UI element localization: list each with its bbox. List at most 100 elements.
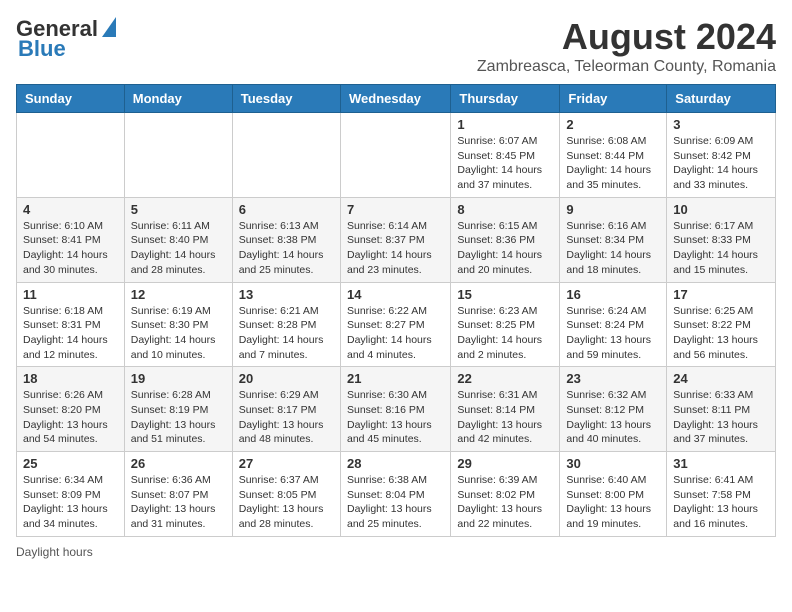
day-number: 9 <box>566 202 660 217</box>
day-number: 10 <box>673 202 769 217</box>
day-number: 11 <box>23 287 118 302</box>
day-info: Sunrise: 6:37 AM Sunset: 8:05 PM Dayligh… <box>239 473 334 532</box>
calendar-cell: 7 Sunrise: 6:14 AM Sunset: 8:37 PM Daylig… <box>340 197 450 282</box>
calendar-cell: 19Sunrise: 6:28 AM Sunset: 8:19 PM Dayli… <box>124 367 232 452</box>
calendar-cell: 9 Sunrise: 6:16 AM Sunset: 8:34 PM Daylig… <box>560 197 667 282</box>
calendar-cell: 5 Sunrise: 6:11 AM Sunset: 8:40 PM Daylig… <box>124 197 232 282</box>
day-info: Sunrise: 6:18 AM Sunset: 8:31 PM Dayligh… <box>23 304 118 363</box>
day-number: 2 <box>566 117 660 132</box>
calendar-week-4: 18Sunrise: 6:26 AM Sunset: 8:20 PM Dayli… <box>17 367 776 452</box>
calendar-week-5: 25Sunrise: 6:34 AM Sunset: 8:09 PM Dayli… <box>17 452 776 537</box>
day-info: Sunrise: 6:11 AM Sunset: 8:40 PM Dayligh… <box>131 219 226 278</box>
day-info: Sunrise: 6:39 AM Sunset: 8:02 PM Dayligh… <box>457 473 553 532</box>
day-number: 26 <box>131 456 226 471</box>
calendar-cell: 20Sunrise: 6:29 AM Sunset: 8:17 PM Dayli… <box>232 367 340 452</box>
day-number: 4 <box>23 202 118 217</box>
day-info: Sunrise: 6:14 AM Sunset: 8:37 PM Dayligh… <box>347 219 444 278</box>
calendar-cell: 23 Sunrise: 6:32 AM Sunset: 8:12 PM Dayli… <box>560 367 667 452</box>
day-info: Sunrise: 6:25 AM Sunset: 8:22 PM Dayligh… <box>673 304 769 363</box>
day-info: Sunrise: 6:31 AM Sunset: 8:14 PM Dayligh… <box>457 388 553 447</box>
calendar-cell: 13 Sunrise: 6:21 AM Sunset: 8:28 PM Dayli… <box>232 282 340 367</box>
day-info: Sunrise: 6:07 AM Sunset: 8:45 PM Dayligh… <box>457 134 553 193</box>
day-number: 13 <box>239 287 334 302</box>
calendar-cell: 2 Sunrise: 6:08 AM Sunset: 8:44 PM Daylig… <box>560 113 667 198</box>
calendar-cell: 27 Sunrise: 6:37 AM Sunset: 8:05 PM Dayli… <box>232 452 340 537</box>
subtitle: Zambreasca, Teleorman County, Romania <box>477 58 776 76</box>
calendar-cell: 16Sunrise: 6:24 AM Sunset: 8:24 PM Dayli… <box>560 282 667 367</box>
logo: General Blue <box>16 16 116 62</box>
calendar-cell <box>232 113 340 198</box>
day-number: 18 <box>23 371 118 386</box>
calendar-week-1: 1 Sunrise: 6:07 AM Sunset: 8:45 PM Daylig… <box>17 113 776 198</box>
day-number: 6 <box>239 202 334 217</box>
header: General Blue August 2024 Zambreasca, Tel… <box>16 16 776 76</box>
day-number: 1 <box>457 117 553 132</box>
calendar-cell: 24 Sunrise: 6:33 AM Sunset: 8:11 PM Dayli… <box>667 367 776 452</box>
day-info: Sunrise: 6:38 AM Sunset: 8:04 PM Dayligh… <box>347 473 444 532</box>
day-info: Sunrise: 6:30 AM Sunset: 8:16 PM Dayligh… <box>347 388 444 447</box>
day-info: Sunrise: 6:22 AM Sunset: 8:27 PM Dayligh… <box>347 304 444 363</box>
title-area: August 2024 Zambreasca, Teleorman County… <box>477 16 776 76</box>
calendar-cell <box>124 113 232 198</box>
day-info: Sunrise: 6:33 AM Sunset: 8:11 PM Dayligh… <box>673 388 769 447</box>
calendar: SundayMondayTuesdayWednesdayThursdayFrid… <box>16 84 776 537</box>
day-number: 27 <box>239 456 334 471</box>
day-number: 15 <box>457 287 553 302</box>
calendar-cell: 4Sunrise: 6:10 AM Sunset: 8:41 PM Daylig… <box>17 197 125 282</box>
calendar-cell: 25Sunrise: 6:34 AM Sunset: 8:09 PM Dayli… <box>17 452 125 537</box>
day-info: Sunrise: 6:16 AM Sunset: 8:34 PM Dayligh… <box>566 219 660 278</box>
day-number: 14 <box>347 287 444 302</box>
day-info: Sunrise: 6:36 AM Sunset: 8:07 PM Dayligh… <box>131 473 226 532</box>
day-info: Sunrise: 6:08 AM Sunset: 8:44 PM Dayligh… <box>566 134 660 193</box>
day-info: Sunrise: 6:23 AM Sunset: 8:25 PM Dayligh… <box>457 304 553 363</box>
calendar-cell: 31 Sunrise: 6:41 AM Sunset: 7:58 PM Dayli… <box>667 452 776 537</box>
calendar-cell: 28 Sunrise: 6:38 AM Sunset: 8:04 PM Dayli… <box>340 452 450 537</box>
calendar-cell: 17 Sunrise: 6:25 AM Sunset: 8:22 PM Dayli… <box>667 282 776 367</box>
logo-blue-text: Blue <box>18 36 66 62</box>
day-info: Sunrise: 6:41 AM Sunset: 7:58 PM Dayligh… <box>673 473 769 532</box>
calendar-cell: 11 Sunrise: 6:18 AM Sunset: 8:31 PM Dayli… <box>17 282 125 367</box>
day-header-monday: Monday <box>124 85 232 113</box>
day-number: 17 <box>673 287 769 302</box>
day-info: Sunrise: 6:09 AM Sunset: 8:42 PM Dayligh… <box>673 134 769 193</box>
day-number: 19 <box>131 371 226 386</box>
calendar-cell <box>17 113 125 198</box>
calendar-cell: 15 Sunrise: 6:23 AM Sunset: 8:25 PM Dayli… <box>451 282 560 367</box>
day-number: 28 <box>347 456 444 471</box>
calendar-cell: 14 Sunrise: 6:22 AM Sunset: 8:27 PM Dayli… <box>340 282 450 367</box>
day-number: 30 <box>566 456 660 471</box>
calendar-cell: 3Sunrise: 6:09 AM Sunset: 8:42 PM Daylig… <box>667 113 776 198</box>
day-info: Sunrise: 6:13 AM Sunset: 8:38 PM Dayligh… <box>239 219 334 278</box>
day-number: 20 <box>239 371 334 386</box>
day-number: 5 <box>131 202 226 217</box>
day-number: 7 <box>347 202 444 217</box>
day-number: 29 <box>457 456 553 471</box>
calendar-cell: 8Sunrise: 6:15 AM Sunset: 8:36 PM Daylig… <box>451 197 560 282</box>
footer-note: Daylight hours <box>16 545 776 559</box>
day-number: 21 <box>347 371 444 386</box>
calendar-cell: 30 Sunrise: 6:40 AM Sunset: 8:00 PM Dayli… <box>560 452 667 537</box>
day-header-friday: Friday <box>560 85 667 113</box>
logo-triangle-icon <box>102 17 116 37</box>
calendar-cell: 6 Sunrise: 6:13 AM Sunset: 8:38 PM Daylig… <box>232 197 340 282</box>
calendar-week-3: 11 Sunrise: 6:18 AM Sunset: 8:31 PM Dayli… <box>17 282 776 367</box>
day-header-tuesday: Tuesday <box>232 85 340 113</box>
calendar-cell: 10 Sunrise: 6:17 AM Sunset: 8:33 PM Dayli… <box>667 197 776 282</box>
calendar-cell: 18Sunrise: 6:26 AM Sunset: 8:20 PM Dayli… <box>17 367 125 452</box>
day-number: 31 <box>673 456 769 471</box>
calendar-cell <box>340 113 450 198</box>
day-number: 23 <box>566 371 660 386</box>
calendar-cell: 21 Sunrise: 6:30 AM Sunset: 8:16 PM Dayli… <box>340 367 450 452</box>
calendar-cell: 29 Sunrise: 6:39 AM Sunset: 8:02 PM Dayli… <box>451 452 560 537</box>
day-info: Sunrise: 6:19 AM Sunset: 8:30 PM Dayligh… <box>131 304 226 363</box>
day-header-thursday: Thursday <box>451 85 560 113</box>
day-info: Sunrise: 6:40 AM Sunset: 8:00 PM Dayligh… <box>566 473 660 532</box>
day-number: 24 <box>673 371 769 386</box>
day-info: Sunrise: 6:32 AM Sunset: 8:12 PM Dayligh… <box>566 388 660 447</box>
day-info: Sunrise: 6:15 AM Sunset: 8:36 PM Dayligh… <box>457 219 553 278</box>
day-info: Sunrise: 6:17 AM Sunset: 8:33 PM Dayligh… <box>673 219 769 278</box>
calendar-cell: 1 Sunrise: 6:07 AM Sunset: 8:45 PM Daylig… <box>451 113 560 198</box>
day-info: Sunrise: 6:21 AM Sunset: 8:28 PM Dayligh… <box>239 304 334 363</box>
day-info: Sunrise: 6:34 AM Sunset: 8:09 PM Dayligh… <box>23 473 118 532</box>
month-title: August 2024 <box>477 16 776 58</box>
